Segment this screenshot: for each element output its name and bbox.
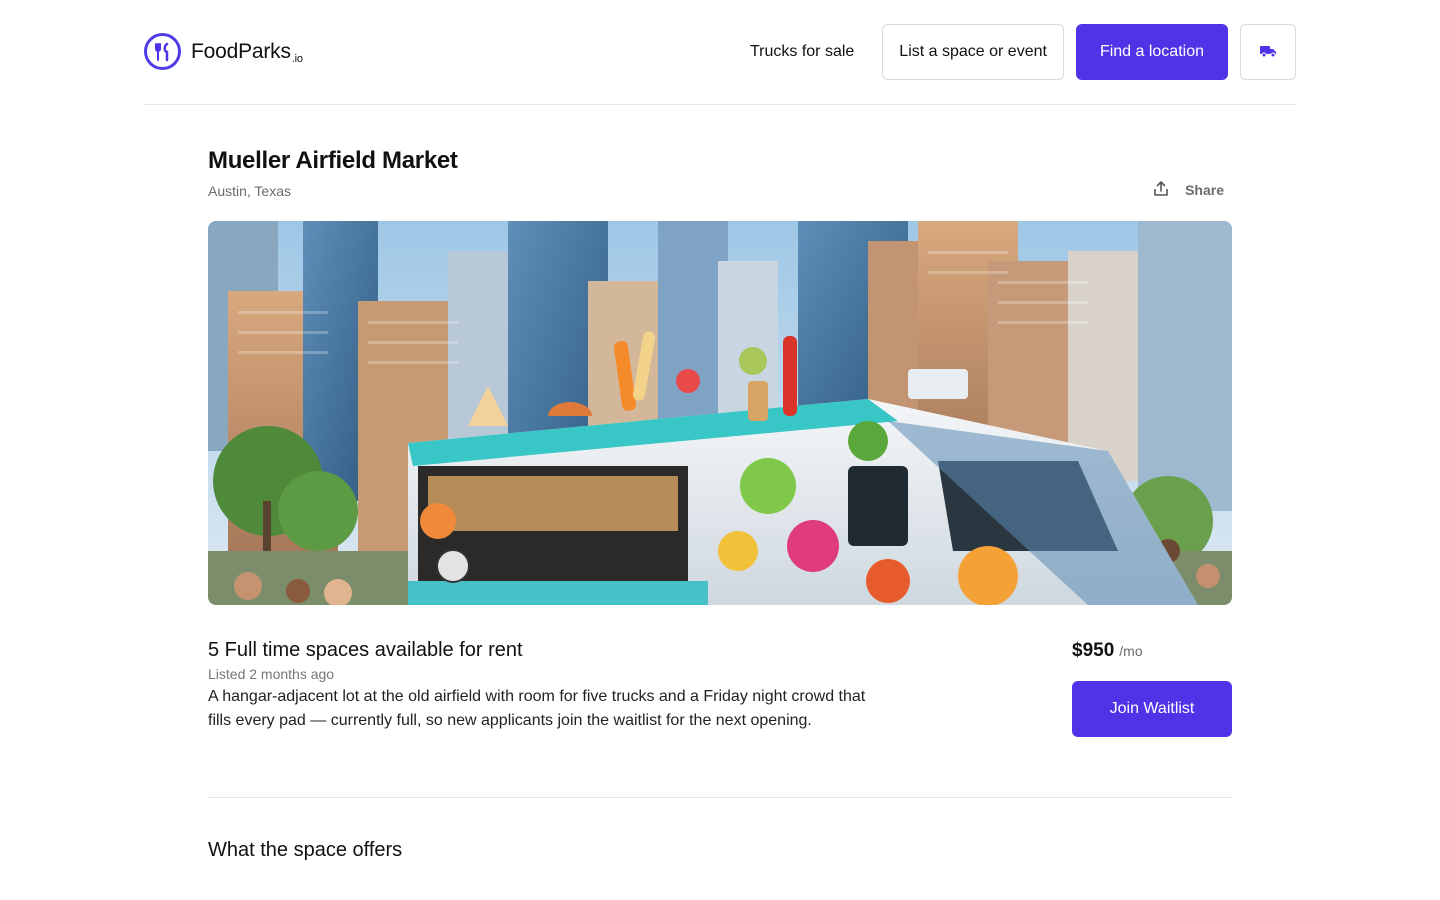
listed-time: Listed 2 months ago [208, 666, 335, 682]
listing-description: A hangar-adjacent lot at the old airfiel… [208, 688, 866, 729]
price-unit: /mo [1119, 643, 1143, 659]
fork-knife-icon [144, 33, 181, 70]
share-button[interactable]: Share [1153, 180, 1224, 200]
main-nav: Trucks for sale List a space or event Fi… [750, 24, 1296, 80]
offers-title: What the space offers [208, 839, 403, 861]
spaces-title: 5 Full time spaces available for rent [208, 639, 523, 661]
price-amount: $950 [1072, 640, 1115, 661]
page-title: Mueller Airfield Market [208, 147, 458, 174]
trucks-for-sale-link[interactable]: Trucks for sale [750, 43, 854, 61]
price: $950 /mo [1072, 640, 1143, 662]
site-header: FoodParks.io Trucks for sale List a spac… [144, 0, 1296, 105]
truck-icon [1259, 44, 1277, 61]
list-space-button[interactable]: List a space or event [882, 24, 1064, 80]
truck-button[interactable] [1240, 24, 1296, 80]
logo[interactable]: FoodParks.io [144, 33, 303, 70]
section-divider [208, 797, 1232, 798]
logo-text: FoodParks.io [191, 39, 303, 65]
join-waitlist-button[interactable]: Join Waitlist [1072, 681, 1232, 737]
hero-image [208, 221, 1232, 605]
listing-location: Austin, Texas [208, 183, 292, 199]
share-label: Share [1185, 182, 1224, 198]
share-icon [1153, 180, 1169, 200]
find-location-button[interactable]: Find a location [1075, 24, 1228, 80]
